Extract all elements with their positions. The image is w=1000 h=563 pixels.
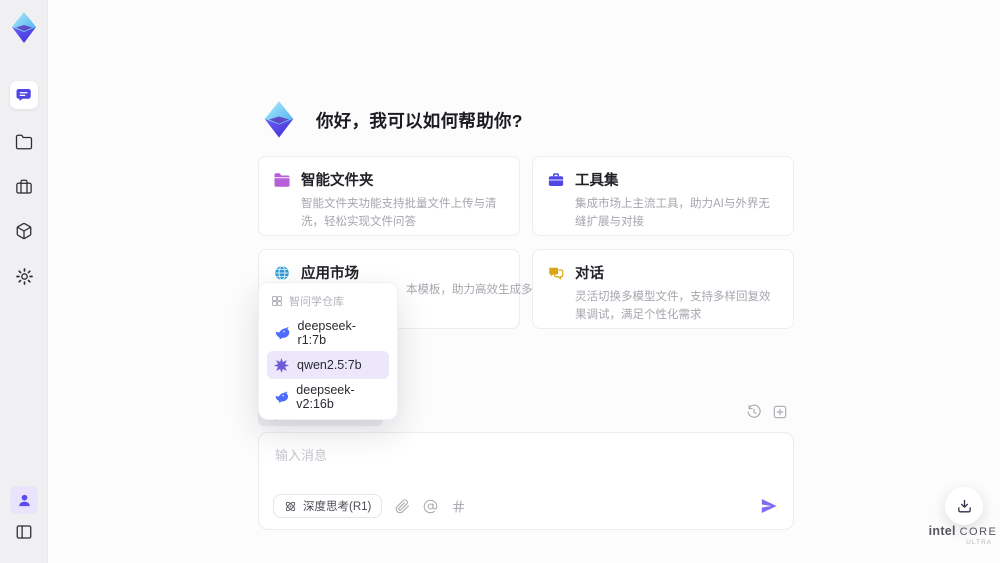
model-option-deepseek-r1[interactable]: deepseek-r1:7b bbox=[267, 319, 389, 347]
folder-icon bbox=[15, 134, 33, 150]
message-composer: 深度思考(R1) bbox=[258, 432, 794, 530]
model-dropdown-header: 智问学仓库 bbox=[267, 291, 389, 315]
model-option-deepseek-v2[interactable]: deepseek-v2:16b bbox=[267, 383, 389, 411]
card-smart-folder[interactable]: 智能文件夹 智能文件夹功能支持批量文件上传与清洗，轻松实现文件问答 bbox=[258, 156, 520, 236]
card-toolset[interactable]: 工具集 集成市场上主流工具，助力AI与外界无缝扩展与对接 bbox=[532, 156, 794, 236]
user-icon bbox=[18, 494, 30, 506]
qwen-logo-icon bbox=[274, 357, 289, 373]
deep-think-toggle[interactable]: 深度思考(R1) bbox=[273, 494, 383, 518]
sidebar-item-settings[interactable] bbox=[10, 262, 38, 290]
model-option-label: deepseek-v2:16b bbox=[296, 383, 355, 411]
sidebar-item-chat[interactable] bbox=[10, 81, 38, 109]
intel-logo-text: intel bbox=[928, 524, 956, 538]
repo-icon bbox=[272, 296, 282, 306]
model-dropdown-header-label: 智问学仓库 bbox=[289, 296, 344, 308]
chat-bubble-icon bbox=[16, 89, 31, 101]
card-title: 智能文件夹 bbox=[301, 173, 374, 189]
model-option-label: deepseek-r1:7b bbox=[297, 319, 356, 347]
greeting-logo-icon bbox=[264, 101, 294, 138]
cube-icon bbox=[16, 222, 32, 240]
card-description: 灵活切换多模型文件，支持多样回复效果调试，满足个性化需求 bbox=[575, 291, 771, 321]
card-title: 应用市场 bbox=[301, 266, 359, 282]
greeting-title: 你好，我可以如何帮助你? bbox=[316, 110, 523, 131]
composer-toolbar: 深度思考(R1) bbox=[273, 494, 779, 518]
globe-teal-icon bbox=[275, 265, 289, 280]
card-title: 对话 bbox=[575, 266, 604, 282]
briefcase-icon bbox=[16, 179, 32, 194]
sidebar-item-toolbox[interactable] bbox=[10, 173, 38, 201]
briefcase-indigo-icon bbox=[548, 172, 564, 186]
sidebar-item-folders[interactable] bbox=[10, 128, 38, 156]
card-description: 集成市场上主流工具，助力AI与外界无缝扩展与对接 bbox=[575, 198, 770, 228]
panel-icon bbox=[16, 525, 32, 539]
chat-topbar-actions bbox=[746, 404, 788, 420]
greeting-row: 你好，我可以如何帮助你? bbox=[258, 98, 523, 142]
card-description-fragment: 本模板，助力高效生成多 bbox=[406, 284, 533, 296]
model-option-label: qwen2.5:7b bbox=[297, 358, 362, 372]
at-sign-icon[interactable] bbox=[423, 499, 438, 514]
model-dropdown: 智问学仓库 deepseek-r1:7b qwen2.5:7b deepseek… bbox=[258, 282, 398, 420]
deepseek-whale-icon bbox=[275, 327, 290, 340]
atom-icon bbox=[285, 501, 296, 511]
app-window: 你好，我可以如何帮助你? 智能文件夹 智能文件夹功能支持批量文件上传与清洗，轻松… bbox=[0, 0, 1000, 563]
deep-think-label: 深度思考(R1) bbox=[303, 501, 372, 513]
plus-square-icon[interactable] bbox=[772, 404, 788, 420]
card-conversation[interactable]: 对话 灵活切换多模型文件，支持多样回复效果调试，满足个性化需求 bbox=[532, 249, 794, 329]
hash-icon[interactable] bbox=[451, 499, 466, 514]
sidebar-item-panel-toggle[interactable] bbox=[10, 518, 38, 546]
core-logo-text: core bbox=[959, 526, 998, 538]
model-option-qwen[interactable]: qwen2.5:7b bbox=[267, 351, 389, 379]
folder-purple-icon bbox=[274, 172, 290, 187]
download-button[interactable] bbox=[945, 487, 983, 525]
history-icon[interactable] bbox=[746, 404, 762, 420]
gear-icon bbox=[15, 267, 33, 285]
card-description: 智能文件夹功能支持批量文件上传与清洗，轻松实现文件问答 bbox=[301, 198, 497, 228]
send-icon[interactable] bbox=[759, 496, 779, 516]
sidebar-item-apps[interactable] bbox=[10, 217, 38, 245]
message-input[interactable] bbox=[275, 445, 775, 485]
sidebar bbox=[0, 0, 48, 563]
chat-gold-icon bbox=[549, 267, 564, 280]
card-title: 工具集 bbox=[575, 173, 619, 189]
app-logo-icon bbox=[12, 12, 36, 43]
intel-edition-text: ultra bbox=[966, 539, 992, 546]
deepseek-whale-icon bbox=[275, 391, 289, 404]
app-logo bbox=[6, 8, 42, 48]
attachment-icon[interactable] bbox=[395, 498, 410, 514]
sidebar-item-profile[interactable] bbox=[10, 486, 38, 514]
download-icon bbox=[957, 499, 971, 512]
intel-core-badge: intel core ultra bbox=[928, 524, 998, 546]
